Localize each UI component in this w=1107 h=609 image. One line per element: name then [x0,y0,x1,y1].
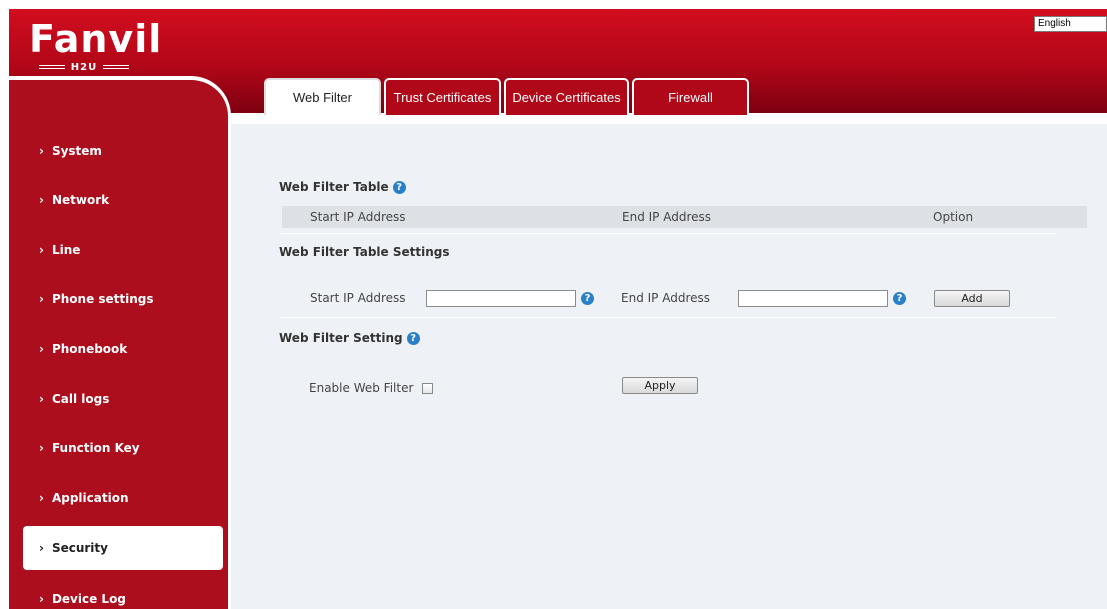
sidebar-item-label: Network [51,193,110,207]
sidebar-item-phone-settings[interactable]: › Phone settings [9,277,229,321]
tab-web-filter[interactable]: Web Filter [264,78,381,115]
chevron-right-icon: › [39,144,44,158]
sidebar-item-system[interactable]: › System [9,129,229,173]
help-icon[interactable]: ? [406,331,420,345]
end-ip-label: End IP Address [621,291,710,305]
sidebar-item-call-logs[interactable]: › Call logs [9,377,229,421]
fanvil-logo: Fanvil H2U [29,17,161,73]
chevron-right-icon: › [39,441,44,455]
help-icon[interactable]: ? [392,180,406,194]
sidebar-item-label: System [51,144,102,158]
sidebar-item-label: Application [51,491,129,505]
divider [279,317,1057,318]
section-title-text: Web Filter Table [279,180,389,194]
tab-firewall[interactable]: Firewall [632,78,749,115]
start-ip-label: Start IP Address [310,291,406,305]
end-ip-input[interactable] [738,290,888,307]
sidebar-item-label: Call logs [51,392,110,406]
help-icon[interactable]: ? [581,292,594,305]
sidebar-item-label: Phonebook [51,342,128,356]
web-filter-table-heading: Web Filter Table ? [279,180,406,194]
apply-button[interactable]: Apply [622,377,698,394]
chevron-right-icon: › [39,193,44,207]
sidebar-item-label: Line [51,243,81,257]
sidebar-item-phonebook[interactable]: › Phonebook [9,327,229,371]
tab-bar: Web Filter Trust Certificates Device Cer… [264,78,749,115]
enable-web-filter-checkbox[interactable] [422,383,433,394]
logo-brand: Fanvil [29,17,163,61]
sidebar-item-function-key[interactable]: › Function Key [9,426,229,470]
sidebar-item-security[interactable]: › Security [23,526,223,570]
add-button[interactable]: Add [934,290,1010,307]
logo-model: H2U [29,61,139,73]
section-title-text: Web Filter Setting [279,331,403,345]
logo-model-text: H2U [70,61,98,73]
chevron-right-icon: › [39,541,44,555]
sidebar-item-label: Phone settings [51,292,154,306]
column-header-start-ip: Start IP Address [310,210,406,224]
chevron-right-icon: › [39,392,44,406]
sidebar-item-network[interactable]: › Network [9,178,229,222]
sidebar-item-label: Function Key [51,441,140,455]
column-header-option: Option [933,210,974,224]
column-header-end-ip: End IP Address [622,210,711,224]
tab-device-certificates[interactable]: Device Certificates [504,78,629,115]
tab-trust-certificates[interactable]: Trust Certificates [384,78,501,115]
sidebar-item-line[interactable]: › Line [9,228,229,272]
section-title-text: Web Filter Table Settings [279,245,450,259]
sidebar-item-device-log[interactable]: › Device Log [9,577,229,609]
chevron-right-icon: › [39,243,44,257]
enable-web-filter-label: Enable Web Filter [309,381,414,395]
chevron-right-icon: › [39,491,44,505]
sidebar: › System › Network › Line › Phone settin… [9,80,229,609]
chevron-right-icon: › [39,592,44,606]
content-panel: Web Filter Table ? Start IP Address End … [231,124,1107,609]
web-filter-setting-heading: Web Filter Setting ? [279,331,420,345]
web-filter-table-settings-heading: Web Filter Table Settings [279,245,450,259]
divider [279,233,1057,234]
chevron-right-icon: › [39,342,44,356]
sidebar-item-label: Security [51,541,108,555]
sidebar-item-label: Device Log [51,592,126,606]
start-ip-input[interactable] [426,290,576,307]
table-header-row: Start IP Address End IP Address Option [282,206,1087,228]
language-select[interactable]: English [1034,16,1107,32]
help-icon[interactable]: ? [893,292,906,305]
sidebar-item-application[interactable]: › Application [9,476,229,520]
chevron-right-icon: › [39,292,44,306]
